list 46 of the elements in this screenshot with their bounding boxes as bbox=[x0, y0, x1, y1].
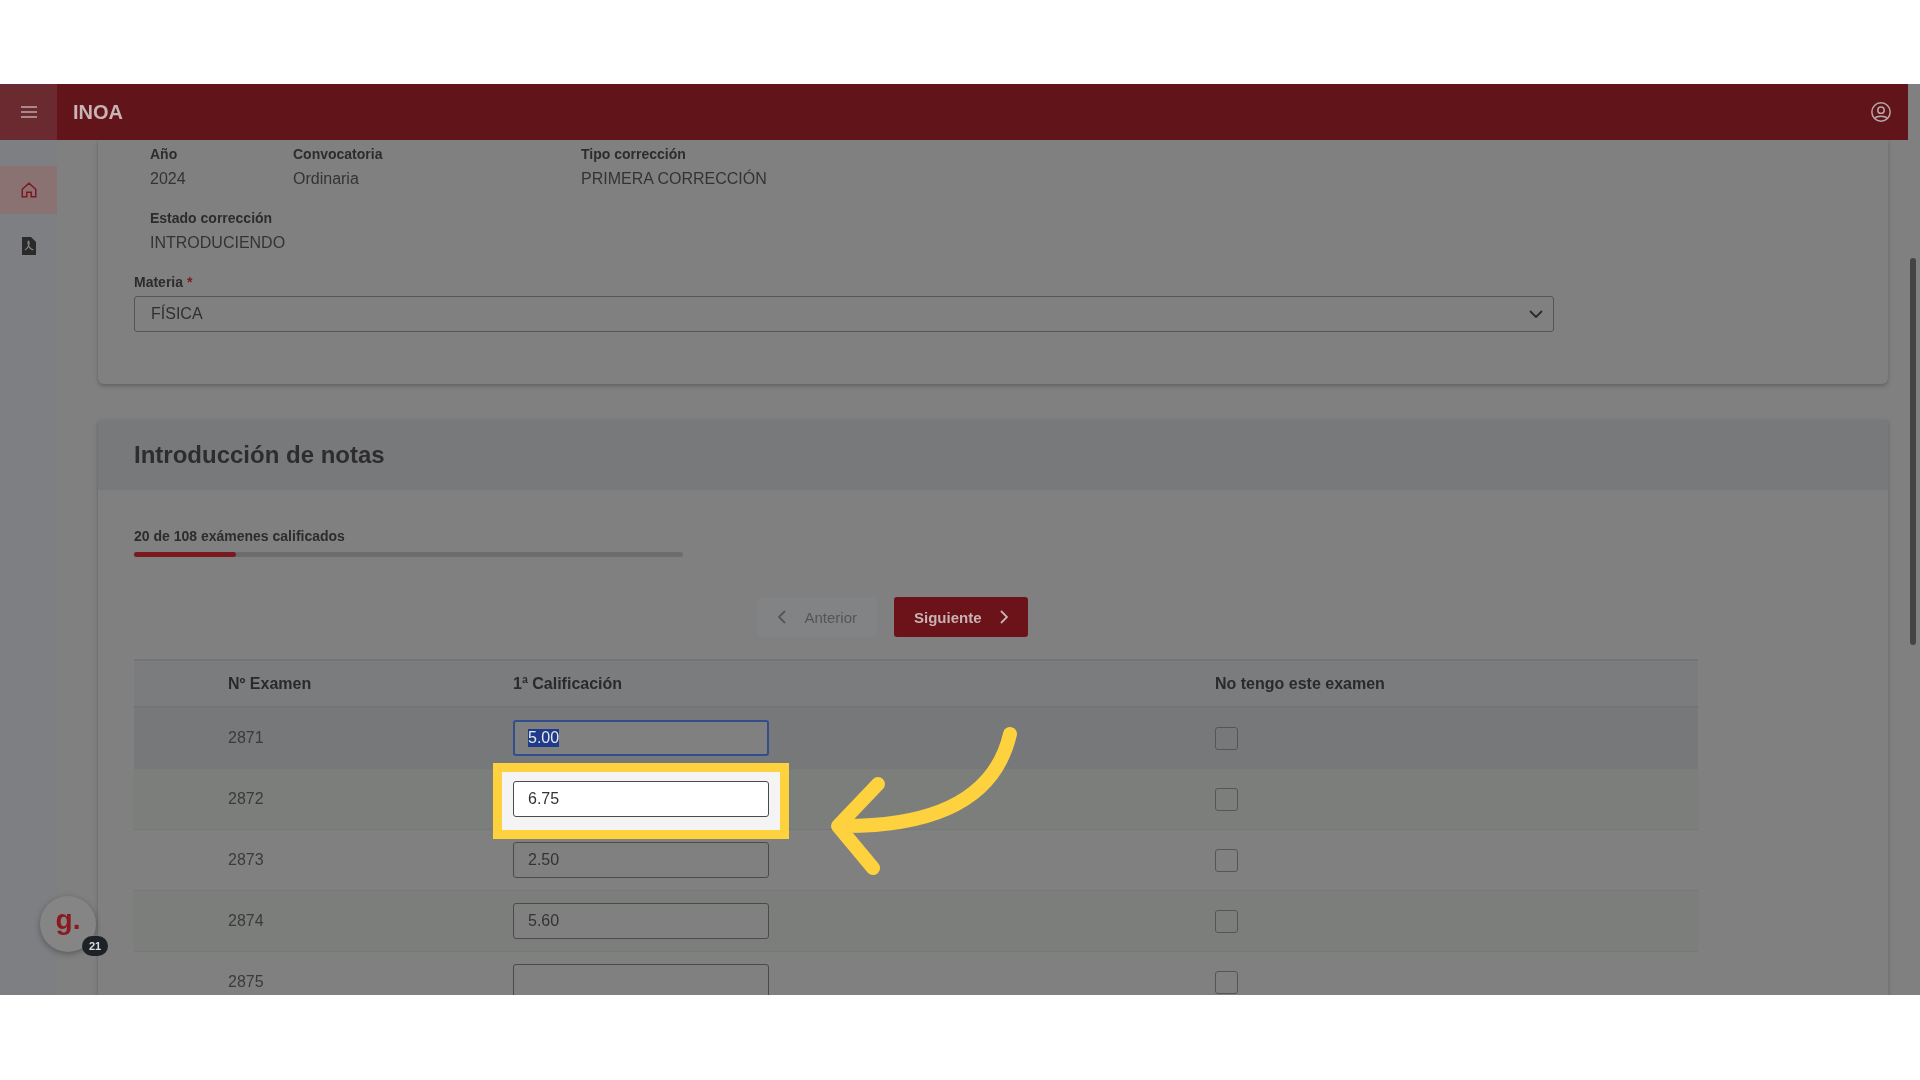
home-icon bbox=[19, 181, 38, 199]
grade-field[interactable]: 2.50 bbox=[513, 842, 769, 878]
grade-field[interactable]: 5.00 bbox=[513, 720, 769, 756]
exam-number: 2873 bbox=[227, 851, 265, 869]
user-icon bbox=[1870, 101, 1892, 123]
exam-number: 2871 bbox=[227, 729, 265, 747]
grade-field[interactable] bbox=[513, 964, 769, 995]
exam-number: 2872 bbox=[227, 790, 265, 808]
sidebar-item[interactable] bbox=[0, 166, 57, 214]
detail-value: Ordinaria bbox=[293, 170, 360, 188]
next-button[interactable]: Siguiente bbox=[894, 597, 1028, 637]
column-header: No tengo este examen bbox=[1215, 674, 1386, 693]
detail-value: INTRODUCIENDO bbox=[150, 234, 287, 252]
widget-logo: g. bbox=[55, 904, 81, 936]
exam-number: 2875 bbox=[227, 973, 265, 991]
detail-label: Año bbox=[150, 146, 179, 162]
user-button[interactable] bbox=[1870, 101, 1892, 123]
field-label: Materia bbox=[134, 274, 184, 290]
checkbox[interactable] bbox=[1215, 787, 1238, 811]
grade-field[interactable]: 6.75 bbox=[513, 781, 769, 817]
progress-text: 20 de 108 exámenes calificados bbox=[134, 528, 346, 544]
exam-number: 2874 bbox=[227, 912, 265, 930]
detail-value: 2024 bbox=[150, 170, 187, 188]
required-mark: * bbox=[186, 274, 193, 290]
menu-icon bbox=[20, 106, 37, 118]
subject-select[interactable]: FÍSICA bbox=[134, 296, 1554, 332]
scrollbar[interactable] bbox=[1910, 258, 1916, 645]
chevron-left-icon bbox=[778, 610, 787, 624]
checkbox[interactable] bbox=[1215, 909, 1238, 933]
checkbox[interactable] bbox=[1215, 726, 1238, 750]
chevron-down-icon bbox=[1529, 310, 1543, 318]
column-header: 1ª Calificación bbox=[513, 674, 624, 693]
chevron-right-icon bbox=[999, 610, 1008, 624]
checkbox[interactable] bbox=[1215, 970, 1238, 994]
detail-label: Tipo corrección bbox=[581, 146, 687, 162]
checkbox[interactable] bbox=[1215, 848, 1238, 872]
menu-button[interactable] bbox=[0, 84, 57, 140]
app-title: INOA bbox=[73, 100, 124, 124]
column-header: Nº Examen bbox=[227, 674, 313, 693]
notification-badge: 21 bbox=[82, 936, 109, 956]
pdf-file-icon bbox=[21, 237, 36, 255]
detail-value: PRIMERA CORRECCIÓN bbox=[581, 170, 768, 188]
grade-field[interactable]: 5.60 bbox=[513, 903, 769, 939]
section-title: Introducción de notas bbox=[134, 441, 385, 469]
detail-label: Estado corrección bbox=[150, 210, 274, 226]
detail-label: Convocatoria bbox=[293, 146, 384, 162]
